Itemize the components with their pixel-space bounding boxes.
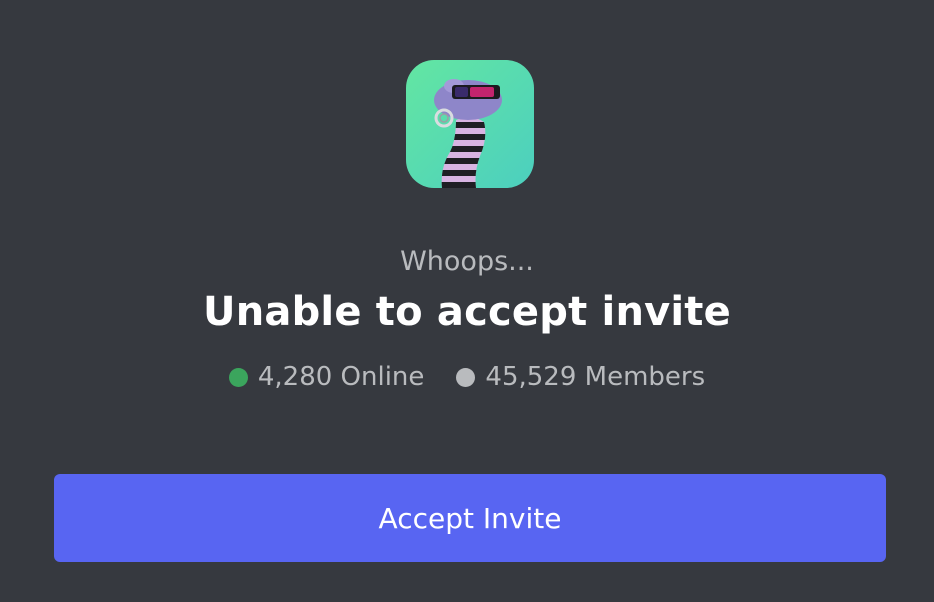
server-icon	[406, 60, 534, 188]
accept-invite-button-label: Accept Invite	[378, 501, 562, 535]
worm-logo-icon	[406, 60, 534, 188]
invite-subtitle: Whoops...	[400, 246, 534, 277]
online-count-label: 4,280 Online	[257, 362, 425, 392]
member-stats: 4,280 Online 45,529 Members	[0, 359, 934, 395]
online-status-dot-icon	[228, 367, 248, 387]
members-count-label: 45,529 Members	[485, 362, 706, 392]
online-count: 4,280 Online	[228, 359, 425, 395]
invite-title: Unable to accept invite	[203, 289, 731, 335]
members-count: 45,529 Members	[456, 359, 705, 395]
invite-card: Whoops... Unable to accept invite 4,280 …	[0, 0, 934, 602]
members-status-dot-icon	[456, 367, 476, 387]
accept-invite-button[interactable]: Accept Invite	[54, 474, 886, 562]
